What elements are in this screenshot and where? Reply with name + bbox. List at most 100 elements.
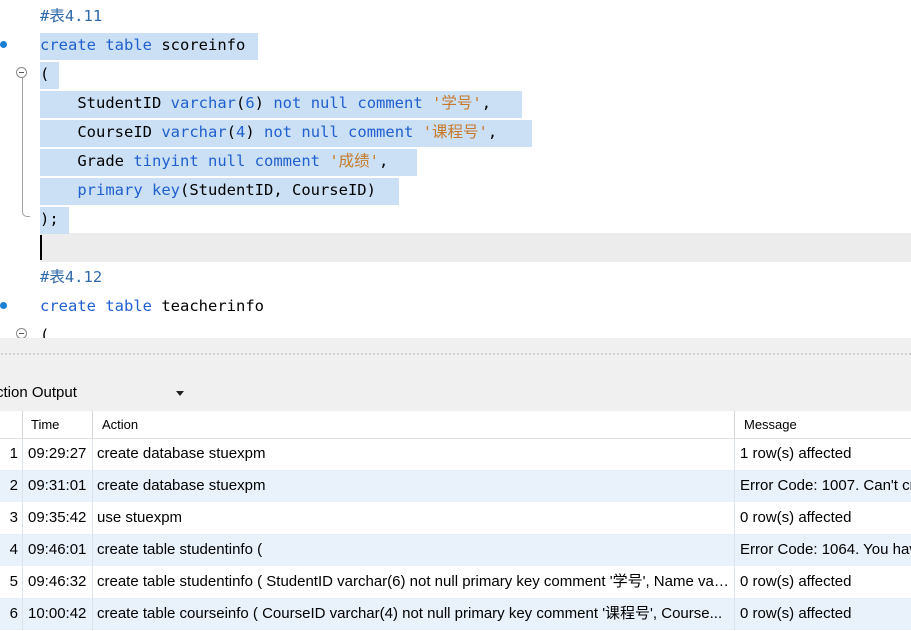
sql-token: ( [40, 326, 50, 338]
sql-token: Grade [40, 152, 134, 170]
code-line-text: ( [40, 321, 49, 338]
table-row[interactable]: 5 09:46:32 create table studentinfo ( St… [0, 566, 911, 598]
panel-splitter[interactable] [0, 338, 911, 375]
sql-keyword: create [40, 36, 96, 54]
sql-number: 6 [245, 94, 255, 112]
sql-keyword: not [264, 123, 293, 141]
row-action: create table studentinfo ( StudentID var… [97, 573, 729, 590]
sql-string: '学号' [432, 94, 482, 112]
text-caret [40, 235, 42, 260]
code-line-open-paren-1[interactable]: ( [0, 60, 911, 89]
row-action: use stuexpm [97, 509, 183, 526]
sql-keyword: not [273, 94, 302, 112]
sql-keyword: comment [348, 123, 414, 141]
output-toolbar: ction Output [0, 375, 911, 411]
column-separator[interactable] [734, 411, 735, 438]
column-header-action[interactable]: Action [102, 411, 138, 438]
row-message: 0 row(s) affected [740, 573, 852, 590]
sql-keyword: create [40, 297, 96, 315]
code-line-courseid-def[interactable]: CourseID varchar(4) not null comment '课程… [0, 118, 911, 147]
table-row[interactable]: 3 09:35:42 use stuexpm 0 row(s) affected [0, 502, 911, 534]
row-action: create table courseinfo ( CourseID varch… [97, 605, 723, 622]
output-type-value: ction Output [0, 384, 77, 401]
code-line-empty-line[interactable] [0, 234, 911, 263]
code-line-text: StudentID varchar(6) not null comment '学… [40, 89, 491, 118]
row-time: 10:00:42 [28, 605, 87, 622]
sql-token: ( [235, 94, 246, 112]
column-separator[interactable] [92, 411, 93, 438]
column-separator [22, 411, 23, 438]
row-time: 09:31:01 [28, 477, 87, 494]
sql-comment: #表4.11 [40, 7, 103, 25]
sql-keyword: comment [357, 94, 423, 112]
row-action: create database stuexpm [97, 477, 266, 494]
code-line-create-scoreinfo[interactable]: create table scoreinfo [0, 31, 911, 60]
row-number: 5 [9, 573, 18, 590]
column-divider [22, 438, 23, 630]
sql-token: CourseID [40, 123, 162, 141]
sql-token: ); [40, 210, 59, 228]
column-header-message[interactable]: Message [744, 411, 797, 438]
row-message: Error Code: 1064. You hav [740, 541, 911, 558]
column-divider [734, 438, 735, 630]
row-number: 3 [9, 509, 18, 526]
code-line-text: ); [40, 205, 59, 234]
code-line-text: ( [40, 60, 49, 89]
sql-keyword: key [152, 181, 180, 199]
code-line-text: #表4.11 [40, 2, 102, 31]
code-line-comment-1[interactable]: #表4.11 [0, 2, 911, 31]
sql-keyword: varchar [170, 94, 236, 112]
code-line-open-paren-2[interactable]: ( [0, 321, 911, 338]
row-action: create table studentinfo ( [97, 541, 263, 558]
table-row[interactable]: 4 09:46:01 create table studentinfo ( Er… [0, 534, 911, 566]
row-action: create database stuexpm [97, 445, 266, 462]
sql-token: , [379, 152, 389, 170]
row-message: 1 row(s) affected [740, 445, 852, 462]
table-row[interactable]: 2 09:31:01 create database stuexpm Error… [0, 470, 911, 502]
sql-keyword: comment [254, 152, 320, 170]
sql-keyword: table [105, 36, 153, 54]
code-line-text: CourseID varchar(4) not null comment '课程… [40, 118, 497, 147]
row-message: 0 row(s) affected [740, 605, 852, 622]
table-row[interactable]: 6 10:00:42 create table courseinfo ( Cou… [0, 598, 911, 630]
sql-keyword: primary [77, 181, 143, 199]
sql-token: , [487, 123, 498, 141]
code-line-text: primary key(StudentID, CourseID) [40, 176, 376, 205]
row-time: 09:35:42 [28, 509, 87, 526]
row-message: Error Code: 1007. Can't cre [740, 477, 911, 494]
sql-string: '成绩' [329, 152, 380, 170]
sql-editor[interactable]: #表4.11 create table scoreinfo ( StudentID … [0, 0, 911, 338]
code-line-text: #表4.12 [40, 263, 102, 292]
sql-token: (StudentID, CourseID) [180, 181, 376, 199]
sql-token: scoreinfo [152, 36, 246, 54]
code-line-comment-2[interactable]: #表4.12 [0, 263, 911, 292]
dropdown-arrow-icon [176, 391, 184, 396]
output-type-select[interactable]: ction Output [0, 380, 188, 406]
sql-token: ) [245, 123, 265, 141]
sql-keyword: table [105, 297, 153, 315]
code-line-studentid-def[interactable]: StudentID varchar(6) not null comment '学… [0, 89, 911, 118]
code-line-primary-key-def[interactable]: primary key(StudentID, CourseID) [0, 176, 911, 205]
sql-keyword: varchar [161, 123, 227, 141]
table-row[interactable]: 1 09:29:27 create database stuexpm 1 row… [0, 438, 911, 470]
code-line-grade-def[interactable]: Grade tinyint null comment '成绩', [0, 147, 911, 176]
sql-token: ( [226, 123, 236, 141]
column-header-time[interactable]: Time [31, 411, 59, 438]
sql-keyword: tinyint [133, 152, 199, 170]
sql-token: ( [40, 65, 50, 83]
code-line-close-paren-1[interactable]: ); [0, 205, 911, 234]
code-line-create-teacherinfo[interactable]: create table teacherinfo [0, 292, 911, 321]
code-line-text: Grade tinyint null comment '成绩', [40, 147, 388, 176]
code-line-text: create table scoreinfo [40, 31, 245, 60]
row-number: 6 [9, 605, 18, 622]
sql-keyword: null [301, 123, 339, 141]
